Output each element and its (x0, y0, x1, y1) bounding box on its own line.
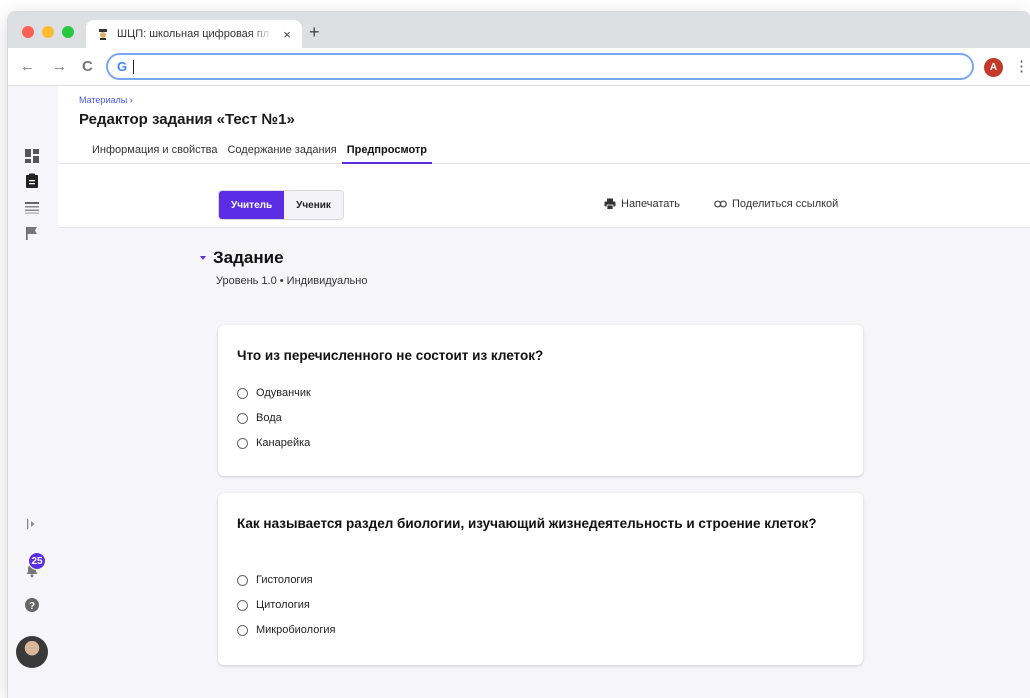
radio-button[interactable] (237, 387, 248, 399)
reload-icon[interactable]: C (82, 58, 93, 75)
google-logo-icon: G (117, 59, 128, 74)
new-tab-button[interactable]: + (309, 22, 320, 43)
text-cursor (133, 59, 135, 74)
collapse-caret-icon[interactable] (200, 256, 206, 260)
task-meta: Уровень 1.0 • Индивидуально (216, 275, 368, 287)
task-title: Задание (213, 248, 284, 267)
browser-toolbar: ← → C G A ⋮ (8, 48, 1030, 86)
question-card: Что из перечисленного не состоит из клет… (218, 325, 863, 476)
flag-icon[interactable] (24, 225, 40, 241)
option-label: Одуванчик (256, 387, 311, 399)
answer-option[interactable]: Канарейка (237, 437, 310, 449)
option-label: Гистология (256, 574, 313, 586)
tab-info-properties[interactable]: Информация и свойства (87, 144, 222, 164)
answer-option[interactable]: Вода (237, 412, 282, 424)
left-sidebar: 25 ? (8, 86, 58, 698)
clipboard-icon[interactable] (24, 173, 40, 189)
browser-menu-icon[interactable]: ⋮ (1014, 57, 1029, 75)
close-window-button[interactable] (22, 26, 34, 38)
notification-count-badge: 25 (28, 552, 46, 570)
option-label: Вода (256, 412, 282, 424)
question-text: Что из перечисленного не состоит из клет… (237, 348, 544, 363)
role-switcher: Учитель Ученик (218, 190, 344, 220)
question-card: Как называется раздел биологии, изучающи… (218, 493, 863, 665)
preview-toolbar: Учитель Ученик Напечатать Поделиться ссы… (58, 164, 1030, 228)
teacher-mode-button[interactable]: Учитель (219, 191, 285, 219)
radio-button[interactable] (237, 412, 248, 424)
breadcrumb[interactable]: Материалы › (79, 95, 133, 105)
browser-tab[interactable]: ШЦП: школьная цифровая пл × (86, 20, 302, 48)
tab-strip: ШЦП: школьная цифровая пл × + (8, 12, 1030, 48)
printer-icon (604, 198, 616, 210)
maximize-window-button[interactable] (62, 26, 74, 38)
link-icon (714, 200, 727, 208)
preview-content: Задание Уровень 1.0 • Индивидуально Что … (58, 228, 1030, 698)
share-link-label: Поделиться ссылкой (732, 198, 839, 210)
answer-option[interactable]: Микробиология (237, 624, 335, 636)
answer-option[interactable]: Цитология (237, 599, 310, 611)
tab-close-icon[interactable]: × (280, 27, 294, 42)
radio-button[interactable] (237, 599, 248, 611)
profile-avatar[interactable]: A (984, 58, 1003, 77)
question-text: Как называется раздел биологии, изучающи… (237, 516, 817, 531)
student-mode-button[interactable]: Ученик (284, 191, 343, 219)
school-logo-icon (96, 27, 110, 41)
tab-title: ШЦП: школьная цифровая пл (117, 28, 270, 40)
user-avatar[interactable] (16, 636, 48, 668)
back-arrow-icon[interactable]: ← (20, 58, 35, 75)
minimize-window-button[interactable] (42, 26, 54, 38)
page-title: Редактор задания «Тест №1» (79, 111, 295, 128)
browser-window: ШЦП: школьная цифровая пл × + ← → C G A … (8, 12, 1030, 698)
table-icon[interactable] (24, 199, 40, 215)
radio-button[interactable] (237, 574, 248, 586)
print-label: Напечатать (621, 198, 680, 210)
option-label: Цитология (256, 599, 310, 611)
help-icon[interactable]: ? (24, 597, 40, 613)
task-header[interactable]: Задание (200, 248, 284, 268)
address-bar[interactable]: G (106, 53, 974, 80)
option-label: Канарейка (256, 437, 311, 449)
share-link-button[interactable]: Поделиться ссылкой (714, 198, 838, 210)
answer-option[interactable]: Гистология (237, 574, 313, 586)
radio-button[interactable] (237, 624, 248, 636)
svg-text:?: ? (29, 601, 35, 612)
forward-arrow-icon[interactable]: → (52, 58, 67, 75)
tab-task-content[interactable]: Содержание задания (222, 144, 341, 164)
radio-button[interactable] (237, 437, 248, 449)
answer-option[interactable]: Одуванчик (237, 387, 311, 399)
expand-sidebar-icon[interactable] (24, 516, 40, 532)
dashboard-icon[interactable] (24, 148, 40, 164)
tab-preview[interactable]: Предпросмотр (341, 144, 433, 164)
page-header: Материалы › Редактор задания «Тест №1» И… (58, 86, 1030, 164)
print-button[interactable]: Напечатать (604, 198, 680, 210)
option-label: Микробиология (256, 624, 336, 636)
editor-tabs: Информация и свойства Содержание задания… (87, 144, 433, 164)
